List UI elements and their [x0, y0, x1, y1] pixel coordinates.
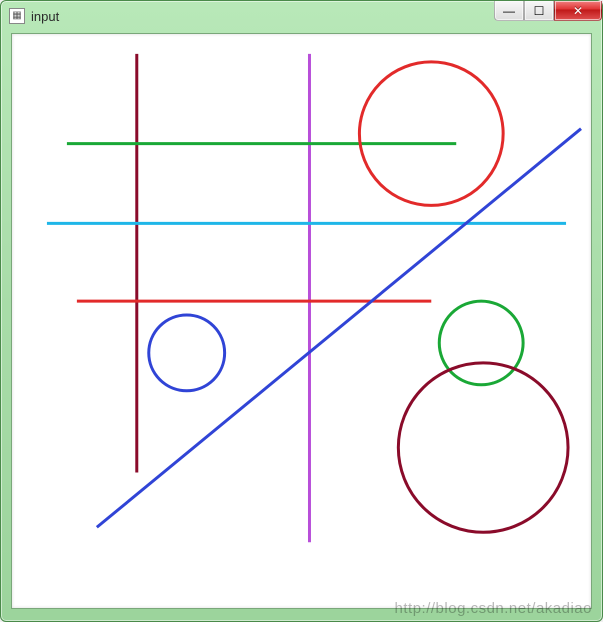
minimize-button[interactable]: —: [494, 1, 524, 21]
window-controls: — ☐ ✕: [494, 1, 602, 23]
blue-circle: [149, 315, 225, 391]
app-window: ▦ input — ☐ ✕ http://blog.csdn.net/akadi…: [0, 0, 603, 622]
maximize-icon: ☐: [534, 4, 545, 18]
maximize-button[interactable]: ☐: [524, 1, 554, 21]
window-title: input: [31, 9, 59, 24]
close-button[interactable]: ✕: [554, 1, 602, 21]
dark-red-circle: [398, 363, 568, 532]
app-icon: ▦: [9, 8, 25, 24]
drawing-canvas: [12, 34, 591, 608]
minimize-icon: —: [503, 4, 515, 18]
red-circle: [359, 62, 503, 206]
client-area: [11, 33, 592, 609]
blue-diagonal: [97, 129, 581, 528]
titlebar[interactable]: ▦ input — ☐ ✕: [1, 1, 602, 31]
green-circle: [439, 301, 523, 385]
close-icon: ✕: [573, 4, 583, 18]
